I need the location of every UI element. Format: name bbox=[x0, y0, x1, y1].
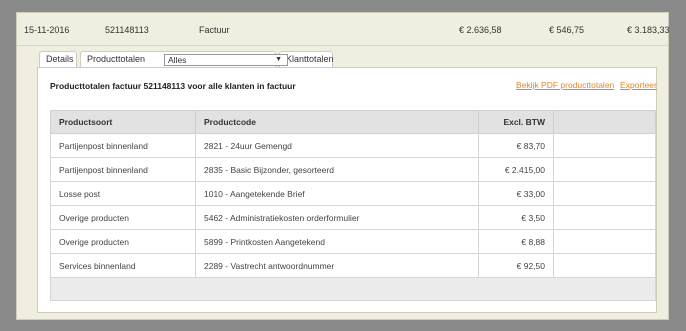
cell-productcode: 2289 - Vastrecht antwoordnummer bbox=[195, 253, 479, 278]
chevron-down-icon: ▼ bbox=[275, 56, 282, 63]
table-row: Overige producten 5899 - Printkosten Aan… bbox=[50, 229, 656, 254]
invoice-number: 521148113 bbox=[105, 25, 149, 35]
cell-empty bbox=[553, 205, 656, 230]
tab-producttotalen-label: Producttotalen bbox=[87, 54, 146, 64]
cell-empty bbox=[553, 181, 656, 206]
cell-productcode: 1010 - Aangetekende Brief bbox=[195, 181, 479, 206]
col-header-productcode: Productcode bbox=[195, 110, 479, 134]
cell-productsoort: Services binnenland bbox=[50, 253, 196, 278]
table-footer-cell bbox=[50, 277, 656, 301]
cell-empty bbox=[553, 157, 656, 182]
table-header-row: Productsoort Productcode Excl. BTW bbox=[50, 110, 656, 134]
cell-excl-btw: € 83,70 bbox=[478, 133, 554, 158]
filter-select-value: Alles bbox=[168, 55, 187, 65]
col-header-empty bbox=[553, 110, 656, 134]
cell-excl-btw: € 2.415,00 bbox=[478, 157, 554, 182]
producttotals-panel: Producttotalen factuur 521148113 voor al… bbox=[37, 67, 657, 313]
invoice-amount-vat: € 546,75 bbox=[549, 25, 585, 35]
table-row: Losse post 1010 - Aangetekende Brief € 3… bbox=[50, 181, 656, 206]
product-totals-table: Productsoort Productcode Excl. BTW Parti… bbox=[50, 110, 656, 301]
view-pdf-link[interactable]: Bekijk PDF producttotalen bbox=[516, 80, 614, 90]
cell-excl-btw: € 8,88 bbox=[478, 229, 554, 254]
invoice-detail-frame: 15-11-2016 521148113 Factuur € 2.636,58 … bbox=[16, 12, 670, 320]
tab-details[interactable]: Details bbox=[39, 51, 77, 67]
cell-excl-btw: € 92,50 bbox=[478, 253, 554, 278]
cell-productcode: 5462 - Administratiekosten orderformulie… bbox=[195, 205, 479, 230]
cell-excl-btw: € 33,00 bbox=[478, 181, 554, 206]
table-row: Partijenpost binnenland 2835 - Basic Bij… bbox=[50, 157, 656, 182]
panel-title: Producttotalen factuur 521148113 voor al… bbox=[50, 81, 296, 91]
invoice-date: 15-11-2016 bbox=[24, 25, 70, 35]
cell-productsoort: Partijenpost binnenland bbox=[50, 157, 196, 182]
filter-select[interactable]: Alles ▼ bbox=[164, 54, 288, 66]
cell-productcode: 2835 - Basic Bijzonder, gesorteerd bbox=[195, 157, 479, 182]
cell-empty bbox=[553, 133, 656, 158]
col-header-productsoort: Productsoort bbox=[50, 110, 196, 134]
export-link[interactable]: Exporteer bbox=[620, 80, 657, 90]
table-row: Overige producten 5462 - Administratieko… bbox=[50, 205, 656, 230]
invoice-type: Factuur bbox=[199, 25, 230, 35]
cell-productsoort: Overige producten bbox=[50, 229, 196, 254]
invoice-amount-total: € 3.183,33 bbox=[627, 25, 670, 35]
cell-excl-btw: € 3,50 bbox=[478, 205, 554, 230]
cell-productsoort: Overige producten bbox=[50, 205, 196, 230]
cell-productsoort: Partijenpost binnenland bbox=[50, 133, 196, 158]
cell-empty bbox=[553, 253, 656, 278]
cell-productsoort: Losse post bbox=[50, 181, 196, 206]
invoice-row[interactable]: 15-11-2016 521148113 Factuur € 2.636,58 … bbox=[17, 13, 670, 46]
cell-productcode: 2821 - 24uur Gemengd bbox=[195, 133, 479, 158]
table-row: Services binnenland 2289 - Vastrecht ant… bbox=[50, 253, 656, 278]
cell-empty bbox=[553, 229, 656, 254]
col-header-excl-btw: Excl. BTW bbox=[478, 110, 554, 134]
invoice-amount-excl: € 2.636,58 bbox=[459, 25, 502, 35]
table-row: Partijenpost binnenland 2821 - 24uur Gem… bbox=[50, 133, 656, 158]
cell-productcode: 5899 - Printkosten Aangetekend bbox=[195, 229, 479, 254]
table-footer-row bbox=[50, 277, 656, 301]
